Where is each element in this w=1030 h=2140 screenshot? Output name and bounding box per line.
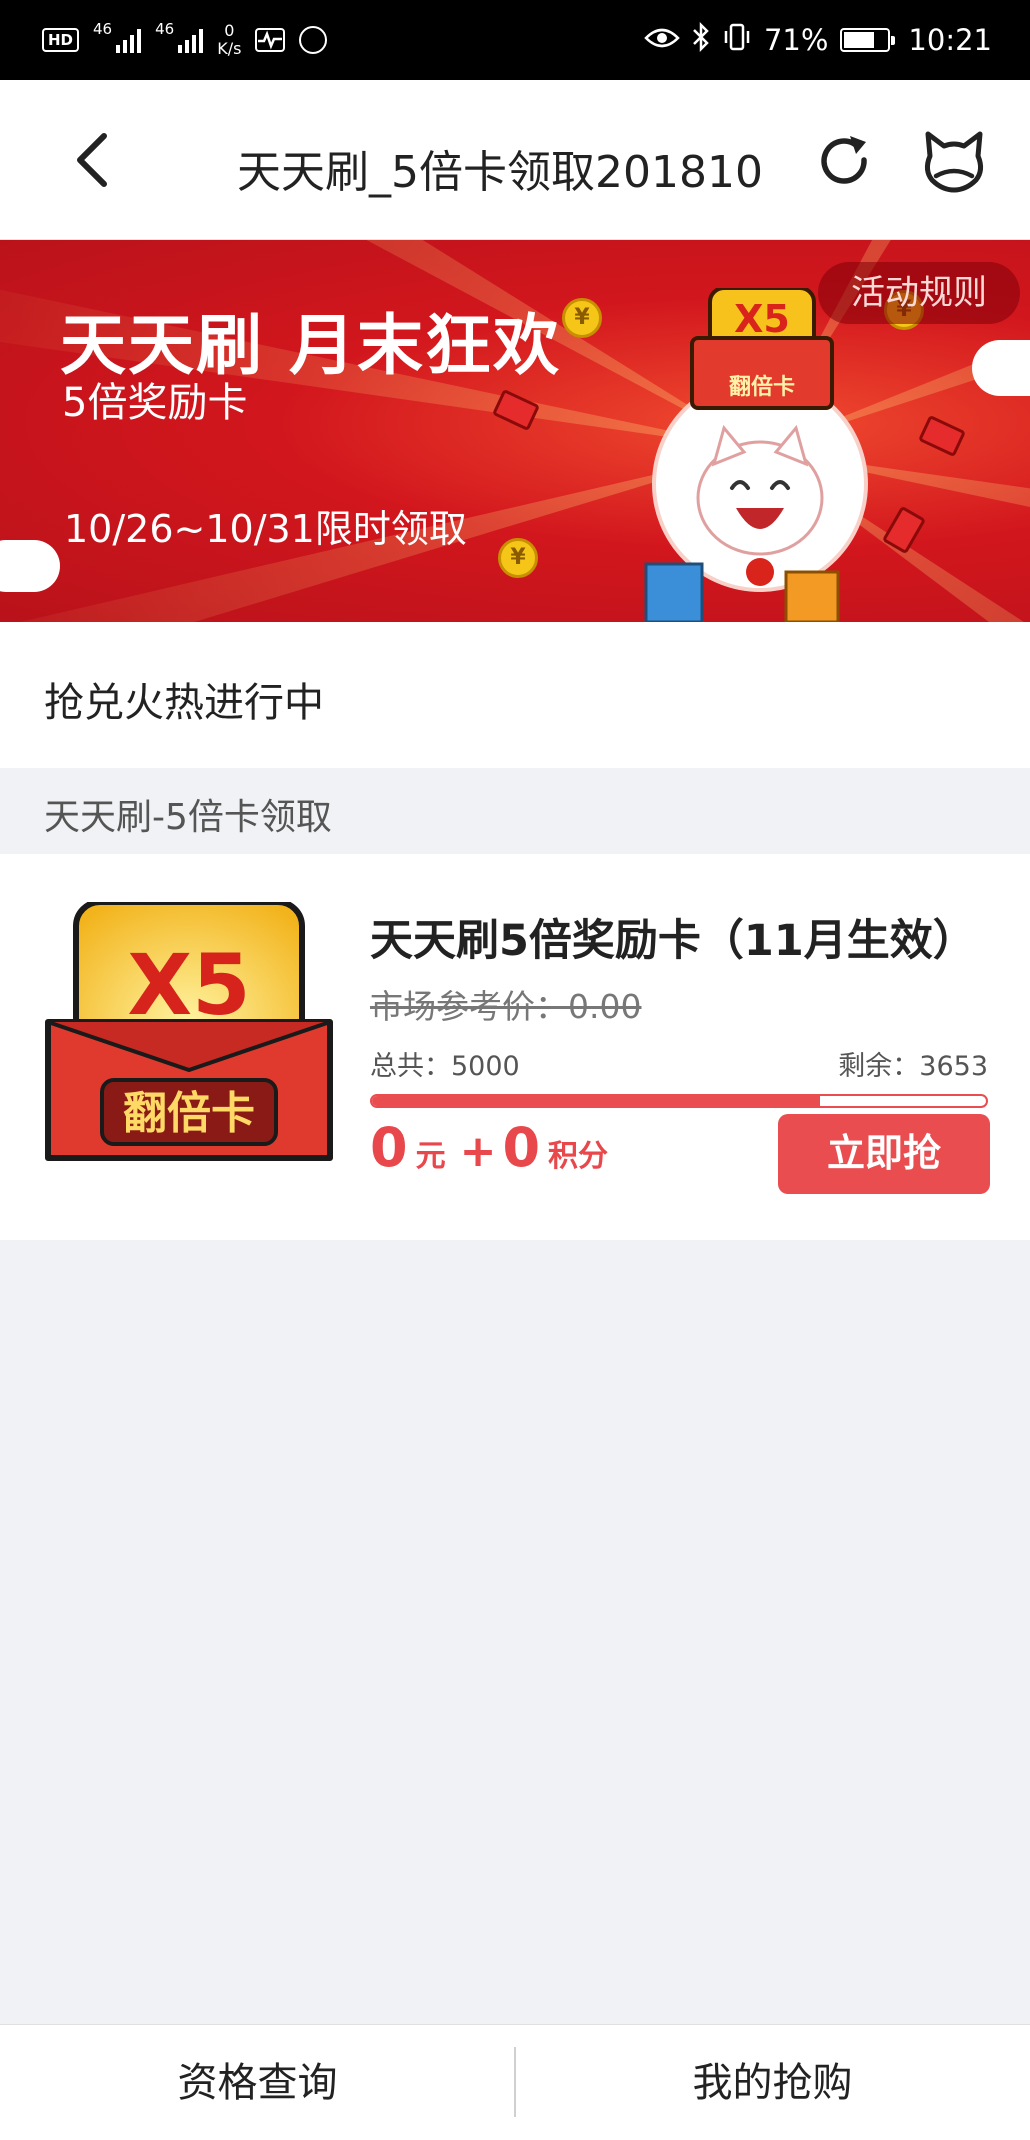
banner-card-caption: 翻倍卡 (729, 374, 795, 400)
network-speed-unit: K/s (217, 39, 242, 58)
battery-icon (840, 28, 896, 52)
banner-card-badge: X5 (734, 297, 790, 341)
nav-bar: 天天刷_5倍卡领取201810 (0, 80, 1030, 240)
tab-my-purchases[interactable]: 我的抢购 (515, 2025, 1030, 2140)
coin-icon: ¥ (498, 538, 538, 578)
page-title: 天天刷_5倍卡领取201810 (237, 147, 763, 198)
cost-yuan: 0 (370, 1116, 408, 1179)
signal-icon (116, 27, 142, 53)
stock-progress-bar (370, 1094, 988, 1108)
cat-mascot-icon (924, 131, 984, 193)
signal-icon (178, 27, 204, 53)
category-section: 天天刷-5倍卡领取 (0, 768, 1030, 854)
bluetooth-icon (692, 21, 710, 59)
activity-icon (255, 28, 286, 52)
back-button[interactable] (60, 128, 124, 192)
banner-subtitle: 5倍奖励卡 (62, 380, 248, 426)
plus-sign: + (459, 1126, 497, 1177)
market-price: 市场参考价：0.00 (370, 987, 642, 1026)
grab-now-button[interactable]: 立即抢 (778, 1114, 990, 1194)
network-speed-value: 0 (224, 21, 235, 40)
cloud-decoration (972, 340, 1030, 396)
battery-percent: 71% (763, 23, 829, 57)
card-badge-text: X5 (127, 936, 250, 1034)
tab-eligibility-query[interactable]: 资格查询 (0, 2025, 515, 2140)
points-unit: 积分 (548, 1139, 609, 1174)
status-bar: HD 46 46 0 K/s 71% 10:21 (0, 0, 1030, 80)
cloud-decoration (0, 540, 60, 592)
product-cost: 0 元 + 0 积分 (370, 1116, 616, 1179)
product-title: 天天刷5倍奖励卡（11月生效） (370, 916, 976, 966)
remaining-quantity: 剩余：3653 (838, 1051, 988, 1082)
activity-rules-button[interactable]: 活动规则 (818, 262, 1020, 324)
card-caption-text: 翻倍卡 (123, 1088, 255, 1139)
status-label: 抢兑火热进行中 (44, 680, 324, 726)
battery-level (844, 32, 875, 48)
eye-icon (644, 23, 680, 57)
signal-1-label: 46 (93, 20, 113, 38)
coin-icon: ¥ (562, 298, 602, 338)
status-section: 抢兑火热进行中 (0, 622, 1030, 768)
hd-badge: HD (42, 28, 80, 52)
product-card[interactable]: X5 翻倍卡 天天刷5倍奖励卡（11月生效） 市场参考价：0.00 总共：500… (0, 854, 1030, 1240)
chevron-left-icon (77, 133, 107, 187)
category-label: 天天刷-5倍卡领取 (44, 797, 332, 838)
stock-progress-fill (372, 1096, 821, 1106)
cost-points: 0 (502, 1116, 541, 1179)
double-card-image: X5 翻倍卡 (45, 902, 333, 1161)
vibrate-icon (722, 22, 752, 59)
promo-banner[interactable]: 天天刷 月末狂欢 5倍奖励卡 10/26~10/31限时领取 ¥ ¥ ¥ X5 … (0, 240, 1030, 622)
app-notification-icon (299, 26, 328, 54)
network-speed: 0 K/s (217, 22, 241, 58)
yuan-unit: 元 (415, 1139, 446, 1174)
signal-2-label: 46 (155, 20, 175, 38)
bottom-tab-bar: 资格查询 我的抢购 (0, 2024, 1030, 2140)
banner-date-range: 10/26~10/31限时领取 (64, 507, 467, 551)
clock: 10:21 (908, 23, 992, 57)
refresh-button[interactable] (812, 130, 876, 194)
cat-mascot-illustration: X5 翻倍卡 (644, 288, 868, 622)
red-envelope-icon (917, 414, 967, 458)
total-quantity: 总共：5000 (370, 1051, 520, 1082)
mascot-button[interactable] (918, 126, 990, 198)
refresh-icon (821, 136, 867, 184)
